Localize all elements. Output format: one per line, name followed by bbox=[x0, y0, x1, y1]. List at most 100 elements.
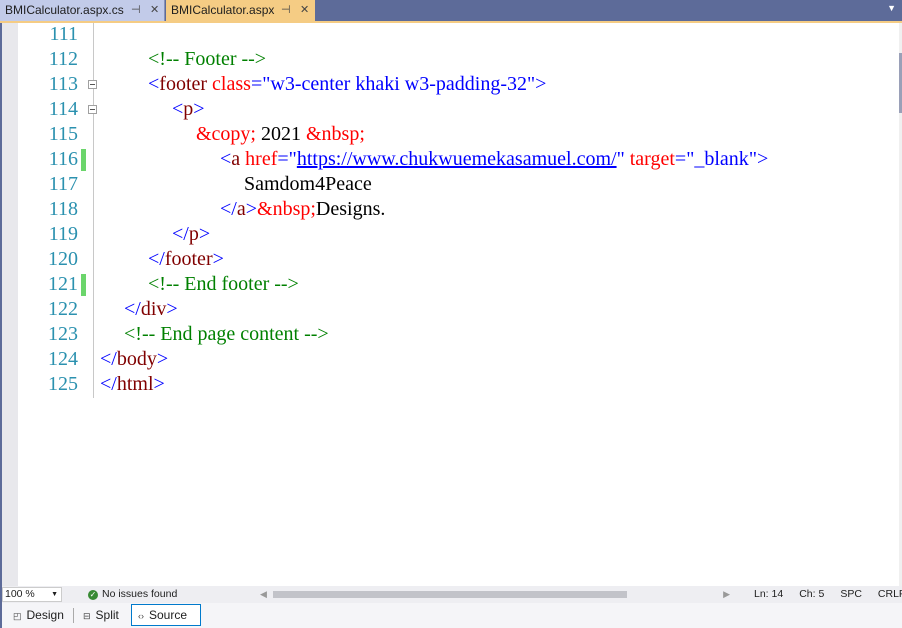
code-line[interactable]: 120 </footer> bbox=[0, 247, 890, 272]
design-view-button[interactable]: ◰ Design bbox=[6, 604, 71, 626]
code-line[interactable]: 117 Samdom4Peace bbox=[0, 172, 890, 197]
code-token: <!-- End footer --> bbox=[148, 273, 299, 295]
code-text: </html> bbox=[100, 372, 165, 397]
code-token: div bbox=[140, 298, 167, 320]
line-number: 118 bbox=[48, 198, 78, 220]
code-token: "> bbox=[526, 73, 547, 95]
code-text: &copy; 2021 &nbsp; bbox=[196, 122, 365, 147]
code-line[interactable]: 121 <!-- End footer --> bbox=[0, 272, 890, 297]
code-text: </footer> bbox=[148, 247, 224, 272]
code-token: > bbox=[153, 373, 165, 395]
scroll-left-icon[interactable]: ◀ bbox=[260, 586, 267, 603]
code-token: < bbox=[148, 73, 160, 95]
code-line[interactable]: 123 <!-- End page content --> bbox=[0, 322, 890, 347]
issues-text: No issues found bbox=[102, 588, 178, 600]
code-token: w3-center khaki w3-padding-32 bbox=[270, 73, 527, 95]
code-token: a bbox=[231, 148, 241, 170]
code-token: Designs. bbox=[315, 198, 386, 220]
scroll-right-icon[interactable]: ▶ bbox=[723, 586, 730, 603]
code-text: </div> bbox=[124, 297, 178, 322]
code-token: </ bbox=[100, 373, 117, 395]
source-label: Source bbox=[149, 608, 188, 622]
tab-bmicalculator-aspx[interactable]: BMICalculator.aspx ⊣ ✕ bbox=[166, 0, 315, 21]
code-text: <!-- End footer --> bbox=[148, 272, 299, 297]
code-token: a bbox=[236, 198, 246, 220]
code-text: <footer class="w3-center khaki w3-paddin… bbox=[148, 72, 546, 97]
line-number: 115 bbox=[48, 123, 78, 145]
whitespace-indicator[interactable]: SPC bbox=[840, 588, 862, 600]
collapse-icon[interactable] bbox=[88, 80, 97, 89]
line-number: 125 bbox=[48, 373, 78, 395]
close-icon[interactable]: ✕ bbox=[150, 0, 159, 21]
code-token: </ bbox=[148, 248, 165, 270]
code-line[interactable]: 114 <p> bbox=[0, 97, 890, 122]
link-token[interactable]: https://www.chukwuemekasamuel.com/ bbox=[297, 148, 617, 170]
code-line[interactable]: 115 &copy; 2021 &nbsp; bbox=[0, 122, 890, 147]
code-token: footer bbox=[164, 248, 213, 270]
pin-icon[interactable]: ⊣ bbox=[131, 0, 141, 21]
code-text: Samdom4Peace bbox=[244, 172, 372, 197]
line-number: 111 bbox=[49, 23, 78, 45]
line-ending-indicator[interactable]: CRLF bbox=[878, 588, 902, 600]
horizontal-scroll-thumb[interactable] bbox=[273, 591, 627, 598]
code-line[interactable]: 111 bbox=[0, 22, 890, 47]
code-token: <!-- Footer --> bbox=[148, 48, 267, 70]
zoom-value: 100 % bbox=[5, 588, 35, 600]
code-token: href bbox=[245, 148, 278, 170]
code-token: < bbox=[220, 148, 232, 170]
zoom-dropdown[interactable]: 100 % ▼ bbox=[2, 587, 62, 602]
design-icon: ◰ bbox=[13, 611, 22, 621]
code-text: <p> bbox=[172, 97, 205, 122]
code-line[interactable]: 116 <a href =" https://www.chukwuemekasamue… bbox=[0, 147, 890, 172]
code-token: "> bbox=[748, 148, 769, 170]
code-line[interactable]: 113 <footer class="w3-center khaki w3-pad… bbox=[0, 72, 890, 97]
change-marker bbox=[81, 149, 86, 171]
tab-label: BMICalculator.aspx bbox=[171, 3, 275, 17]
chevron-down-icon: ▼ bbox=[51, 591, 58, 598]
code-token: footer bbox=[159, 73, 208, 95]
code-token: > bbox=[166, 298, 178, 320]
tab-label: BMICalculator.aspx.cs bbox=[5, 3, 124, 17]
code-token: > bbox=[156, 348, 169, 370]
code-line[interactable]: 119 </p> bbox=[0, 222, 890, 247]
code-token: =" bbox=[674, 148, 695, 170]
code-token: html bbox=[116, 373, 154, 395]
code-line[interactable]: 124 </body> bbox=[0, 347, 890, 372]
line-number: 121 bbox=[48, 273, 78, 295]
horizontal-scrollbar[interactable]: ◀ ▶ bbox=[260, 586, 730, 603]
code-token: target bbox=[629, 148, 675, 170]
line-number: 123 bbox=[48, 323, 78, 345]
line-number-indicator: Ln: 14 bbox=[754, 588, 784, 600]
line-number: 116 bbox=[48, 148, 78, 170]
code-token: class bbox=[212, 73, 251, 95]
code-token: </ bbox=[220, 198, 237, 220]
code-token: &copy; bbox=[196, 123, 256, 145]
issues-indicator[interactable]: ✓ No issues found bbox=[88, 586, 177, 603]
code-text: </body> bbox=[100, 347, 168, 372]
code-token: 2021 bbox=[256, 123, 306, 145]
check-circle-icon: ✓ bbox=[88, 590, 98, 600]
code-token: </ bbox=[172, 223, 189, 245]
line-number: 119 bbox=[48, 223, 78, 245]
char-indicator[interactable]: Ch: 5 bbox=[799, 588, 824, 600]
editor-status-bar: 100 % ▼ ✓ No issues found ◀ ▶ Ln: 14 Ch: 5 S… bbox=[0, 586, 902, 603]
code-token: Samdom4Peace bbox=[244, 173, 372, 195]
line-number: 122 bbox=[48, 298, 78, 320]
code-icon: ‹› bbox=[138, 611, 144, 621]
code-text: </p> bbox=[172, 222, 210, 247]
line-number: 124 bbox=[48, 348, 78, 370]
source-view-button[interactable]: ‹› Source bbox=[131, 604, 201, 626]
code-token: " bbox=[616, 148, 625, 170]
tab-bmicalculator-aspx-cs[interactable]: BMICalculator.aspx.cs ⊣ ✕ bbox=[0, 0, 165, 21]
code-line[interactable]: 118 </a>&nbsp;Designs. bbox=[0, 197, 890, 222]
tab-overflow-dropdown-icon[interactable]: ▼ bbox=[887, 3, 896, 13]
close-icon[interactable]: ✕ bbox=[300, 0, 309, 21]
code-line[interactable]: 125 </html> bbox=[0, 372, 890, 397]
code-line[interactable]: 112 <!-- Footer --> bbox=[0, 47, 890, 72]
collapse-icon[interactable] bbox=[88, 105, 97, 114]
code-line[interactable]: 122 </div> bbox=[0, 297, 890, 322]
split-view-button[interactable]: ⊟ Split bbox=[76, 604, 126, 626]
pin-icon[interactable]: ⊣ bbox=[281, 0, 291, 21]
divider bbox=[73, 608, 74, 623]
split-icon: ⊟ bbox=[83, 611, 91, 621]
